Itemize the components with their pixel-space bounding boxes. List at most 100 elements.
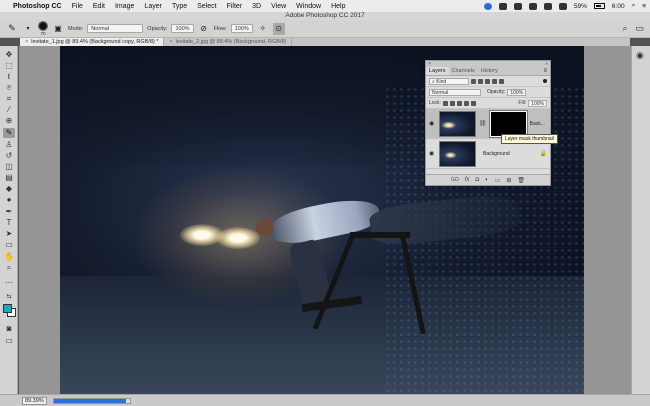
opacity-field[interactable]: 100% xyxy=(171,24,194,33)
crop-tool-icon[interactable]: ⌗ xyxy=(3,94,15,104)
collapse-icon[interactable]: » xyxy=(545,61,548,67)
brush-panel-icon[interactable]: ▣ xyxy=(52,23,64,35)
swap-colors-icon[interactable]: ⇆ xyxy=(3,292,15,302)
eraser-tool-icon[interactable]: ◫ xyxy=(3,162,15,172)
layer-name[interactable]: Back... xyxy=(530,121,545,127)
clock[interactable]: 6:00 xyxy=(612,3,625,10)
healing-brush-tool-icon[interactable]: ⊕ xyxy=(3,116,15,126)
hand-tool-icon[interactable]: ✋ xyxy=(3,252,15,262)
adjustment-filter-icon[interactable] xyxy=(478,78,483,84)
quick-select-tool-icon[interactable]: ⌾ xyxy=(3,83,15,93)
layer-thumbnail[interactable] xyxy=(439,110,476,137)
screen-mode-icon[interactable]: ▭ xyxy=(3,336,15,346)
menu-layer[interactable]: Layer xyxy=(144,3,162,10)
close-icon[interactable]: × xyxy=(428,61,431,67)
tab-history[interactable]: History xyxy=(478,67,501,75)
lock-position-icon[interactable] xyxy=(456,100,462,106)
blend-mode-select[interactable]: Normal xyxy=(429,88,481,96)
lock-all-icon[interactable] xyxy=(470,100,476,106)
fill-field[interactable]: 100% xyxy=(528,99,547,107)
layer-opacity-field[interactable]: 100% xyxy=(507,88,527,96)
app-name-menu[interactable]: Photoshop CC xyxy=(13,3,62,10)
lasso-tool-icon[interactable]: ℓ xyxy=(3,72,15,82)
more-tools-icon[interactable]: ⋯ xyxy=(3,278,15,288)
layer-thumbnail[interactable] xyxy=(439,140,476,167)
tab-channels[interactable]: Channels xyxy=(449,67,478,75)
menu-select[interactable]: Select xyxy=(197,3,216,10)
bluetooth-icon[interactable] xyxy=(528,2,537,10)
type-tool-icon[interactable]: T xyxy=(3,218,15,228)
delete-layer-icon[interactable]: 🗑 xyxy=(517,177,525,184)
pixel-filter-icon[interactable] xyxy=(471,78,476,84)
wifi-icon[interactable] xyxy=(543,2,552,10)
add-mask-icon[interactable]: ◘ xyxy=(475,177,479,183)
eyedropper-tool-icon[interactable]: ⁄ xyxy=(3,105,15,115)
visibility-eye-icon[interactable]: ◉ xyxy=(429,150,436,157)
close-icon[interactable]: × xyxy=(169,39,172,45)
tab-levitate-1[interactable]: × levitate_1.jpg @ 89.4% (Background copy… xyxy=(20,38,165,46)
menu-edit[interactable]: Edit xyxy=(93,3,105,10)
layer-mask-thumbnail[interactable] xyxy=(488,109,528,138)
chevron-down-icon[interactable]: ▾ xyxy=(22,23,34,35)
pen-tool-icon[interactable]: ✒ xyxy=(3,207,15,217)
layer-name[interactable]: Background xyxy=(483,151,510,157)
foreground-color-swatch[interactable] xyxy=(3,304,12,313)
link-layers-icon[interactable]: GO xyxy=(451,177,459,183)
tab-levitate-2[interactable]: × levitate_2.jpg @ 89.4% (Background, RGB… xyxy=(164,38,293,46)
close-icon[interactable]: × xyxy=(25,39,28,45)
menu-3d[interactable]: 3D xyxy=(252,3,261,10)
brush-tool-icon[interactable]: ✎ xyxy=(3,128,15,138)
lock-transparent-icon[interactable] xyxy=(442,100,448,106)
type-filter-icon[interactable] xyxy=(485,78,490,84)
dodge-tool-icon[interactable]: ● xyxy=(3,195,15,205)
brush-tool-preset-icon[interactable]: ✎ xyxy=(6,23,18,35)
quick-mask-icon[interactable]: ◙ xyxy=(3,324,15,334)
shape-filter-icon[interactable] xyxy=(492,78,497,84)
volume-icon[interactable] xyxy=(558,2,567,10)
menu-view[interactable]: View xyxy=(271,3,286,10)
new-group-icon[interactable]: ▭ xyxy=(495,177,501,184)
link-chain-icon[interactable]: ⛓ xyxy=(479,120,487,127)
kind-filter-select[interactable]: ⌕ Kind xyxy=(429,77,469,85)
airbrush-icon[interactable]: ✧ xyxy=(257,23,269,35)
pressure-opacity-icon[interactable]: ⊘ xyxy=(198,23,210,35)
creative-cloud-icon[interactable] xyxy=(483,2,492,10)
menu-window[interactable]: Window xyxy=(296,3,321,10)
workspace-icon[interactable]: ▭ xyxy=(635,23,644,34)
time-machine-icon[interactable] xyxy=(513,2,522,10)
tab-layers[interactable]: Layers xyxy=(426,67,449,75)
brush-size-picker[interactable]: 70 xyxy=(38,21,48,36)
spotlight-icon[interactable]: ⌕ xyxy=(632,2,636,10)
flow-field[interactable]: 100% xyxy=(230,24,253,33)
visibility-eye-icon[interactable]: ◉ xyxy=(429,120,436,127)
history-brush-tool-icon[interactable]: ↺ xyxy=(3,151,15,161)
move-tool-icon[interactable]: ✥ xyxy=(3,50,15,60)
lock-artboard-icon[interactable] xyxy=(463,100,469,106)
battery-icon[interactable] xyxy=(593,3,605,9)
mode-select[interactable]: Normal xyxy=(87,24,144,33)
zoom-tool-icon[interactable]: ⌕ xyxy=(3,263,15,273)
lock-pixels-icon[interactable] xyxy=(449,100,455,106)
dropbox-icon[interactable] xyxy=(498,2,507,10)
panel-menu-icon[interactable]: ≡ xyxy=(543,67,550,75)
smart-object-filter-icon[interactable] xyxy=(499,78,504,84)
new-layer-icon[interactable]: ⊞ xyxy=(506,177,511,184)
notification-center-icon[interactable]: ≡ xyxy=(642,3,646,10)
clone-stamp-tool-icon[interactable]: ♙ xyxy=(3,140,15,150)
search-icon[interactable]: ⌕ xyxy=(622,23,627,34)
zoom-level-field[interactable]: 89.39% xyxy=(22,396,47,405)
marquee-tool-icon[interactable]: ⬚ xyxy=(3,61,15,71)
menu-help[interactable]: Help xyxy=(331,3,345,10)
blur-tool-icon[interactable]: ◆ xyxy=(3,184,15,194)
menu-type[interactable]: Type xyxy=(172,3,187,10)
filter-toggle-icon[interactable] xyxy=(543,79,547,83)
path-selection-tool-icon[interactable]: ➤ xyxy=(3,229,15,239)
adjustment-layer-icon[interactable]: ◐ xyxy=(485,177,489,183)
menu-image[interactable]: Image xyxy=(115,3,134,10)
pressure-size-icon[interactable]: ⊙ xyxy=(272,22,285,35)
shape-tool-icon[interactable]: ▭ xyxy=(3,240,15,250)
layer-style-icon[interactable]: fx xyxy=(465,177,470,183)
layers-panel-icon[interactable]: ◉ xyxy=(636,50,644,61)
menu-filter[interactable]: Filter xyxy=(227,3,243,10)
menu-file[interactable]: File xyxy=(72,3,83,10)
